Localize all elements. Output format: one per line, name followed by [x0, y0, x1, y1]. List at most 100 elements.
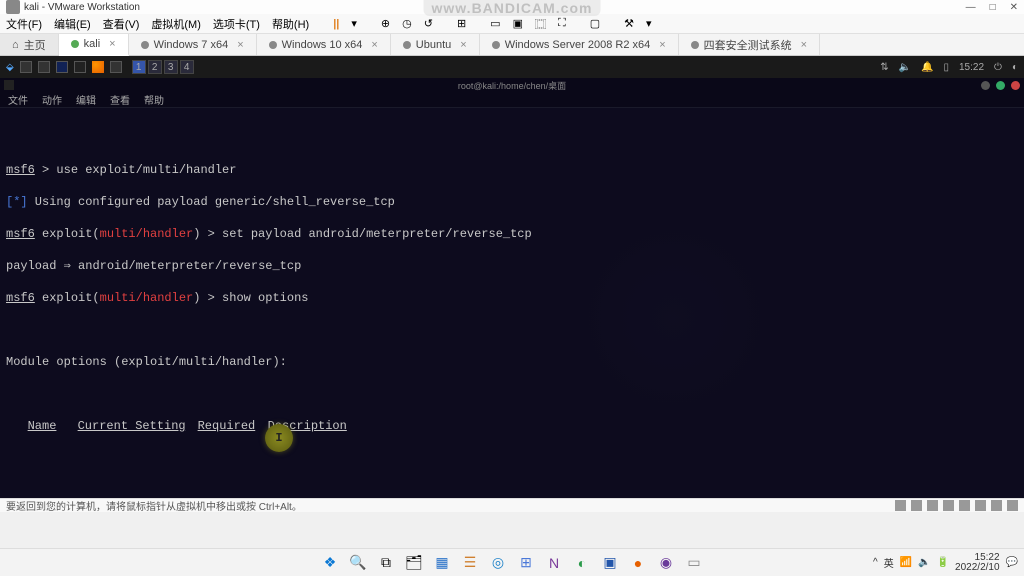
tray-volume-icon[interactable]: 🔈 [918, 557, 930, 568]
firefox-icon[interactable] [92, 61, 104, 73]
edge-icon[interactable]: ◎ [487, 552, 509, 574]
tools-icon[interactable]: ⚒ [624, 17, 634, 30]
wechat-icon[interactable]: ◐ [571, 552, 593, 574]
device-icon[interactable] [911, 500, 922, 511]
tray-battery-icon[interactable]: 🔋 [937, 557, 949, 568]
terminal-icon [4, 80, 14, 90]
term-menu-action[interactable]: 动作 [42, 92, 62, 107]
clock-icon[interactable]: ◷ [402, 17, 412, 30]
fit-icon[interactable]: ⊞ [457, 17, 466, 30]
tray-power-icon[interactable]: ◐ [1012, 62, 1018, 73]
onenote-icon[interactable]: N [543, 552, 565, 574]
close-icon[interactable]: × [109, 38, 115, 50]
revert-icon[interactable]: ↺ [424, 17, 433, 30]
workspace-2[interactable]: 2 [148, 60, 162, 74]
close-icon[interactable]: × [371, 39, 377, 51]
device-icon[interactable] [975, 500, 986, 511]
tab-home[interactable]: ⌂ 主页 [0, 34, 59, 55]
vmware-taskbar-icon[interactable]: ▭ [683, 552, 705, 574]
powershell-icon[interactable]: ▣ [599, 552, 621, 574]
device-icon[interactable] [991, 500, 1002, 511]
terminal-titlebar[interactable]: root@kali:/home/chen/桌面 [0, 78, 1024, 92]
app-icon-2[interactable] [38, 61, 50, 73]
device-icon[interactable] [895, 500, 906, 511]
term-close-icon[interactable] [1011, 81, 1020, 90]
firefox-icon[interactable]: ● [627, 552, 649, 574]
kali-logo-icon[interactable]: ⬙ [6, 62, 14, 73]
menu-edit[interactable]: 编辑(E) [54, 16, 91, 32]
min-button[interactable]: — [966, 2, 976, 13]
tray-volume-icon[interactable]: 🔈 [899, 62, 911, 73]
close-button[interactable]: ✕ [1010, 2, 1018, 13]
layout-icon-1[interactable]: ▭ [490, 17, 500, 30]
workspace-4[interactable]: 4 [180, 60, 194, 74]
close-icon[interactable]: × [460, 39, 466, 51]
dropdown2-icon[interactable]: ▾ [646, 17, 652, 30]
tray-network-icon[interactable]: ⇅ [880, 62, 888, 73]
lang-indicator[interactable]: 英 [884, 555, 894, 570]
store-icon[interactable]: ⊞ [515, 552, 537, 574]
close-icon[interactable]: × [237, 39, 243, 51]
vm-tabbar: ⌂ 主页 kali × Windows 7 x64 × Windows 10 x… [0, 34, 1024, 56]
terminal-output[interactable]: I msf6 > use exploit/multi/handler [*] U… [0, 108, 1024, 498]
window-title: kali - VMware Workstation [24, 2, 140, 13]
pause-button[interactable]: || [333, 18, 339, 30]
terminal-menubar: 文件 动作 编辑 查看 帮助 [0, 92, 1024, 108]
tray-chevron-icon[interactable]: ^ [873, 557, 878, 568]
tab-win10[interactable]: Windows 10 x64 × [257, 34, 391, 55]
kali-dragon-watermark [564, 228, 784, 408]
term-max-icon[interactable] [996, 81, 1005, 90]
menu-view[interactable]: 查看(V) [103, 16, 140, 32]
app-icon[interactable]: ▦ [431, 552, 453, 574]
layout-icon-2[interactable]: ▣ [513, 17, 523, 30]
device-icon[interactable] [943, 500, 954, 511]
term-min-icon[interactable] [981, 81, 990, 90]
unity-icon[interactable]: ▢ [590, 17, 600, 30]
menu-tabs[interactable]: 选项卡(T) [213, 16, 260, 32]
device-icon[interactable] [927, 500, 938, 511]
menu-help[interactable]: 帮助(H) [272, 16, 309, 32]
menu-vm[interactable]: 虚拟机(M) [151, 16, 201, 32]
menu-file[interactable]: 文件(F) [6, 16, 42, 32]
explorer-icon[interactable]: 🗂 [403, 552, 425, 574]
search-icon[interactable]: 🔍 [347, 552, 369, 574]
max-button[interactable]: □ [990, 2, 996, 13]
app-icon-3[interactable] [56, 61, 68, 73]
workspace-1[interactable]: 1 [132, 60, 146, 74]
system-clock[interactable]: 15:22 2022/2/10 [955, 553, 1000, 573]
start-button[interactable]: ❖ [319, 552, 341, 574]
tab-win7[interactable]: Windows 7 x64 × [129, 34, 257, 55]
app-icon-4[interactable] [74, 61, 86, 73]
term-menu-help[interactable]: 帮助 [144, 92, 164, 107]
tray-lock-icon[interactable]: ⏻ [994, 62, 1002, 73]
snapshot-button[interactable]: ⊕ [381, 17, 390, 30]
tray-wifi-icon[interactable]: 📶 [900, 557, 912, 568]
kali-clock: 15:22 [959, 62, 984, 73]
workspace-3[interactable]: 3 [164, 60, 178, 74]
close-icon[interactable]: × [801, 39, 807, 51]
tray-battery-icon[interactable]: ▯ [943, 62, 949, 73]
tab-winserver[interactable]: Windows Server 2008 R2 x64 × [480, 34, 679, 55]
taskview-icon[interactable]: ⧉ [375, 552, 397, 574]
tab-ubuntu[interactable]: Ubuntu × [391, 34, 480, 55]
app-icon[interactable]: ◉ [655, 552, 677, 574]
app-icon-5[interactable] [110, 61, 122, 73]
app-icon-1[interactable] [20, 61, 32, 73]
tab-security-suite[interactable]: 四套安全测试系统 × [679, 34, 820, 55]
tab-kali[interactable]: kali × [59, 34, 129, 56]
vmware-icon [6, 0, 20, 14]
device-icon[interactable] [1007, 500, 1018, 511]
layout-icon-3[interactable]: ⿴ [535, 16, 546, 32]
device-icon[interactable] [959, 500, 970, 511]
close-icon[interactable]: × [659, 39, 665, 51]
status-text: 要返回到您的计算机，请将鼠标指针从虚拟机中移出或按 Ctrl+Alt。 [6, 498, 302, 513]
notif-icon[interactable]: 💬 [1006, 557, 1018, 568]
term-menu-file[interactable]: 文件 [8, 92, 28, 107]
status-dot-icon [141, 41, 149, 49]
term-menu-edit[interactable]: 编辑 [76, 92, 96, 107]
fullscreen-icon[interactable]: ⛶ [558, 17, 566, 30]
app-icon[interactable]: ☰ [459, 552, 481, 574]
term-menu-view[interactable]: 查看 [110, 92, 130, 107]
dropdown-icon[interactable]: ▾ [351, 17, 357, 30]
tray-notif-icon[interactable]: 🔔 [921, 62, 933, 73]
